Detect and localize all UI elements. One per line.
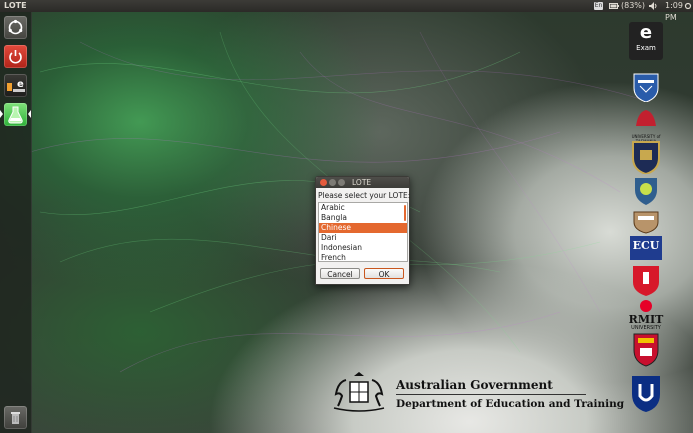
australian-government-logo: Australian Government Department of Educ… xyxy=(326,370,624,416)
launcher: e xyxy=(0,12,32,433)
language-option-arabic[interactable]: Arabic xyxy=(319,203,407,213)
dash-home-icon[interactable] xyxy=(4,16,27,39)
dialog-title: LOTE xyxy=(352,178,372,187)
settings-icon[interactable] xyxy=(684,0,692,16)
university-of-tasmania-lion-icon: UNIVERSITY of TASMANIA xyxy=(630,106,662,144)
active-indicator-left xyxy=(0,110,3,118)
dialog-prompt: Please select your LOTE: xyxy=(318,191,411,200)
lote-dialog: LOTE Please select your LOTE: Arabic Ban… xyxy=(315,176,410,285)
active-window-title: LOTE xyxy=(4,1,27,10)
coat-of-arms-icon xyxy=(333,372,385,412)
volume-icon[interactable] xyxy=(648,0,658,16)
active-indicator-right xyxy=(28,110,31,118)
university-shield-navy-icon xyxy=(630,374,662,414)
listbox-scrollbar[interactable] xyxy=(404,205,406,221)
keyboard-icon[interactable]: En xyxy=(594,2,603,10)
battery-icon[interactable] xyxy=(609,0,619,13)
ecu-logo: ECU xyxy=(630,236,662,260)
university-shield-red-icon xyxy=(630,264,662,296)
close-icon[interactable] xyxy=(320,179,327,186)
top-panel: LOTE En (83%) 1:09 PM xyxy=(0,0,693,22)
institution-logos: e Exam UNIVERSITY of TASMANIA ECU RMIT U… xyxy=(624,20,668,420)
exam-app-icon[interactable]: e xyxy=(4,74,27,97)
cancel-button[interactable]: Cancel xyxy=(320,268,360,279)
exam-app-letter-icon: e xyxy=(17,79,24,90)
rmit-logo-text: RMIT xyxy=(628,313,664,326)
language-option-indonesian[interactable]: Indonesian xyxy=(319,243,407,253)
department-name: Department of Education and Training xyxy=(396,398,625,410)
language-option-french[interactable]: French xyxy=(319,253,407,261)
language-listbox[interactable]: Arabic Bangla Chinese Dari Indonesian Fr… xyxy=(318,202,408,262)
university-crest-blue-icon xyxy=(630,72,662,103)
university-crest-beige-icon xyxy=(630,208,662,234)
maximize-icon[interactable] xyxy=(338,179,345,186)
university-crest-gold-icon xyxy=(630,140,662,176)
power-icon[interactable] xyxy=(4,45,27,68)
lab-flask-icon[interactable] xyxy=(4,103,27,126)
minimize-icon[interactable] xyxy=(329,179,336,186)
exam-logo-letter: e xyxy=(639,22,653,43)
exam-logo: e Exam xyxy=(629,22,663,60)
language-option-chinese[interactable]: Chinese xyxy=(319,223,407,233)
language-option-bangla[interactable]: Bangla xyxy=(319,213,407,223)
ok-button[interactable]: OK xyxy=(364,268,404,279)
language-option-dari[interactable]: Dari xyxy=(319,233,407,243)
rmit-dot-icon xyxy=(630,300,662,312)
university-crest-red-gold-icon xyxy=(630,332,662,368)
rmit-logo-sub: UNIVERSITY xyxy=(631,325,661,331)
gov-divider xyxy=(396,394,586,395)
trash-icon[interactable] xyxy=(4,406,27,429)
university-shield-green-icon xyxy=(630,176,662,206)
dialog-titlebar[interactable]: LOTE xyxy=(316,177,409,188)
gov-name: Australian Government xyxy=(396,378,553,392)
battery-percentage: (83%) xyxy=(621,1,646,10)
exam-logo-word: Exam xyxy=(636,44,656,52)
